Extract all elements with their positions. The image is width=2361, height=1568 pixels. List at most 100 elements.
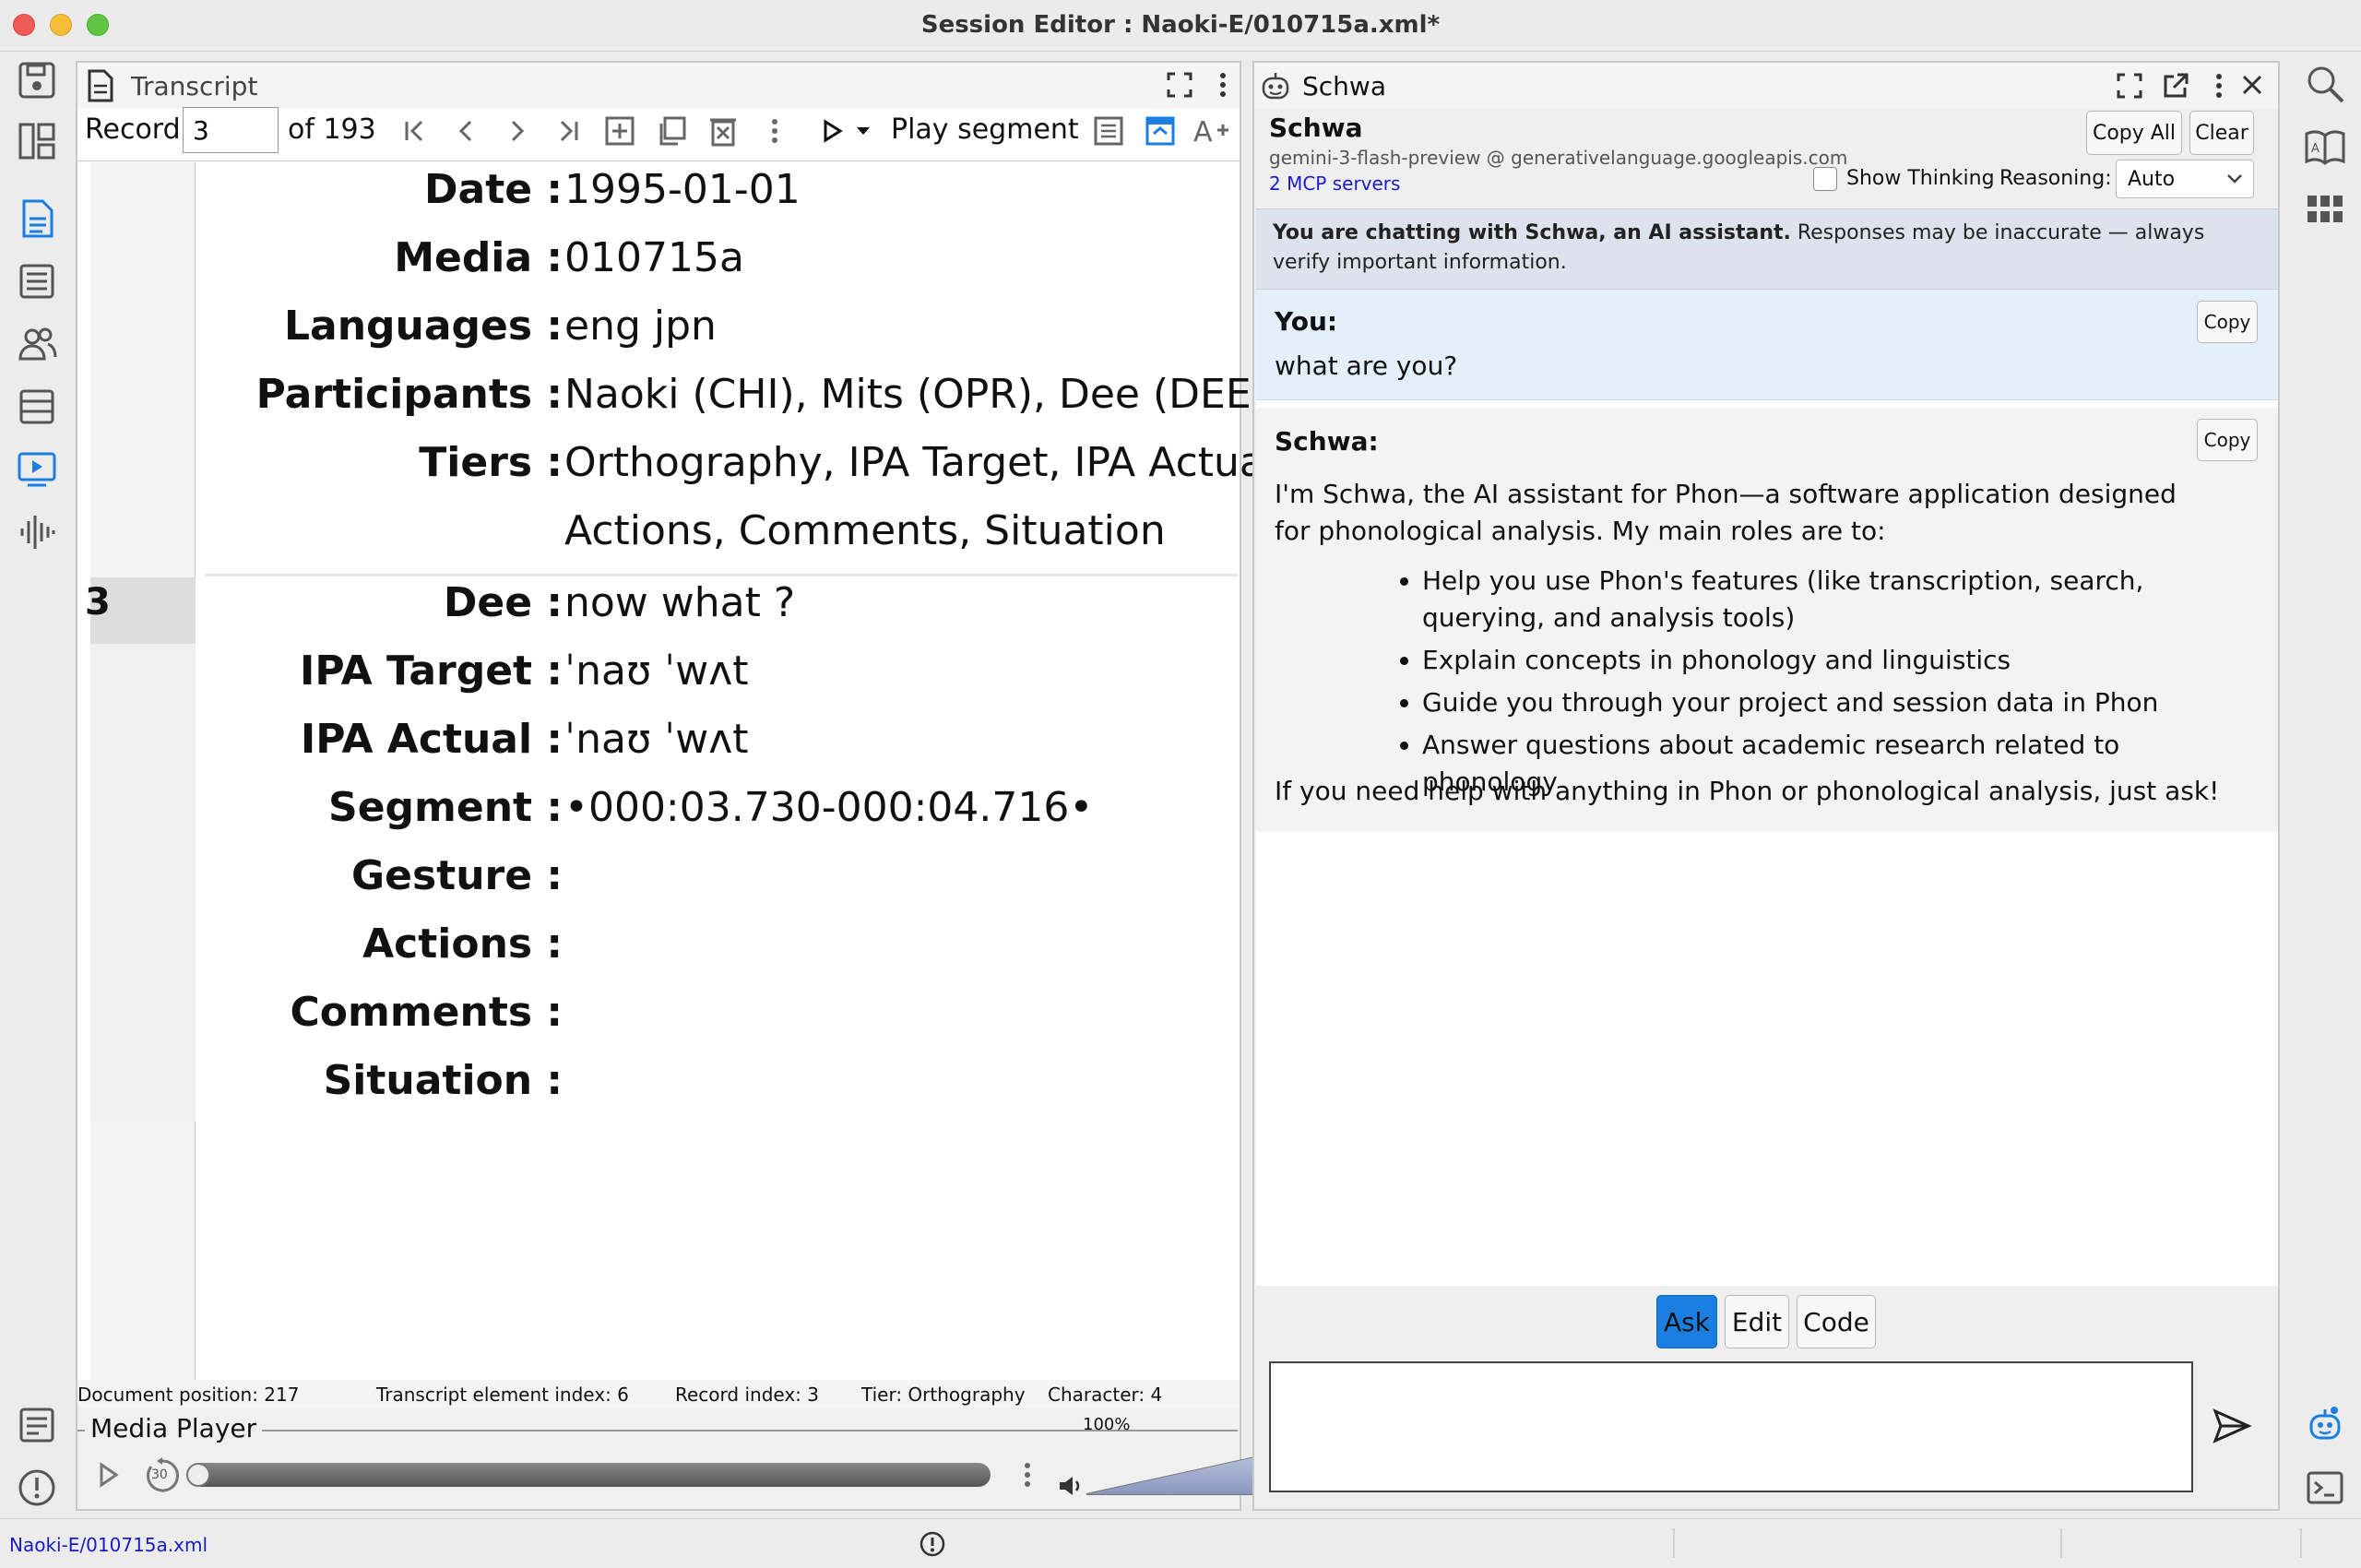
tier-actions-label: Actions : <box>362 921 563 968</box>
save-icon[interactable] <box>14 57 60 103</box>
tier-ipa-actual-label: IPA Actual : <box>300 716 563 763</box>
list-view-icon[interactable] <box>1088 111 1129 151</box>
schwa-panel-title: Schwa <box>1302 70 1386 101</box>
tier-gesture-label: Gesture : <box>351 852 563 899</box>
assistant-bullets: Help you use Phon's features (like trans… <box>1404 563 2234 806</box>
reasoning-value: Auto <box>2128 168 2176 191</box>
waveform-icon[interactable] <box>14 509 60 555</box>
single-record-view-icon[interactable] <box>1140 111 1180 151</box>
schwa-maximize-icon[interactable] <box>2116 72 2143 100</box>
dictionary-icon[interactable]: A <box>2302 124 2348 170</box>
copy-assistant-message-button[interactable]: Copy <box>2197 419 2258 461</box>
schwa-assistant-icon[interactable] <box>2302 1402 2348 1448</box>
reasoning-label: Reasoning: <box>1999 167 2112 190</box>
title-bar: Session Editor : Naoki-E/010715a.xml* <box>0 0 2361 52</box>
close-panel-icon[interactable] <box>2239 72 2265 98</box>
record-number: 3 <box>85 581 111 624</box>
record-index: Record index: 3 <box>675 1384 819 1406</box>
tier-segment-value[interactable]: •000:03.730-000:04.716• <box>564 784 1093 831</box>
more-options-icon[interactable] <box>754 111 795 151</box>
previous-record-icon[interactable] <box>446 111 487 151</box>
schwa-header: Schwa <box>1254 63 2278 109</box>
header-media-value[interactable]: 010715a <box>564 234 744 281</box>
participants-icon[interactable] <box>14 321 60 367</box>
assistant-message: Schwa: Copy I'm Schwa, the AI assistant … <box>1256 408 2278 832</box>
search-icon[interactable] <box>2302 61 2348 107</box>
header-tiers-value[interactable]: Orthography, IPA Target, IPA Actua <box>564 439 1264 486</box>
next-record-icon[interactable] <box>496 111 537 151</box>
duplicate-record-icon[interactable] <box>651 111 692 151</box>
record-label: Record: <box>85 113 190 146</box>
clear-button[interactable]: Clear <box>2189 111 2254 155</box>
edit-mode-button[interactable]: Edit <box>1725 1295 1789 1348</box>
warning-icon[interactable] <box>14 1465 60 1511</box>
mcp-servers-link[interactable]: 2 MCP servers <box>1269 172 1400 195</box>
play-segment-button[interactable]: Play segment <box>891 113 1079 146</box>
assistant-bullet: Guide you through your project and sessi… <box>1422 684 2234 721</box>
play-dropdown-icon[interactable] <box>843 111 884 151</box>
header-languages-value[interactable]: eng jpn <box>564 303 717 350</box>
add-record-icon[interactable] <box>599 111 640 151</box>
schwa-menu-icon[interactable] <box>2213 72 2225 100</box>
last-record-icon[interactable] <box>548 111 588 151</box>
chat-input[interactable] <box>1269 1361 2193 1492</box>
record-list-icon[interactable] <box>14 258 60 304</box>
notice-bold: You are chatting with Schwa, an AI assis… <box>1273 221 1791 244</box>
schwa-bot-icon <box>1260 70 1291 101</box>
popout-icon[interactable] <box>2162 72 2189 100</box>
timeline-thumb[interactable] <box>186 1463 210 1487</box>
show-thinking-label: Show Thinking <box>1846 167 1995 190</box>
assistant-bullet: Explain concepts in phonology and lingui… <box>1422 642 2234 679</box>
tier-ipa-actual-value[interactable]: ˈnaʊ ˈwʌt <box>564 716 748 763</box>
copy-user-message-button[interactable]: Copy <box>2197 301 2258 343</box>
tier-orthography-value[interactable]: now what ? <box>564 579 795 626</box>
window-title: Session Editor : Naoki-E/010715a.xml* <box>920 11 1441 39</box>
character-status: Character: 4 <box>1048 1384 1163 1406</box>
font-size-icon[interactable]: A <box>1192 111 1232 151</box>
show-thinking-checkbox[interactable] <box>1813 167 1837 191</box>
first-record-icon[interactable] <box>395 111 435 151</box>
ipa-chart-icon[interactable] <box>2302 188 2348 234</box>
media-player-icon[interactable] <box>14 446 60 493</box>
right-sidebar: A <box>2291 53 2361 1529</box>
document-icon <box>87 69 114 102</box>
reasoning-select[interactable]: Auto <box>2116 160 2254 198</box>
header-media-label: Media : <box>394 234 563 281</box>
send-icon[interactable] <box>2212 1408 2252 1444</box>
layout-icon[interactable] <box>14 118 60 164</box>
header-participants-value[interactable]: Naoki (CHI), Mits (OPR), Dee (DEE), M <box>564 371 1328 418</box>
media-play-icon[interactable] <box>96 1461 122 1489</box>
copy-all-button[interactable]: Copy All <box>2086 111 2182 155</box>
tier-ipa-target-value[interactable]: ˈnaʊ ˈwʌt <box>564 647 748 695</box>
file-path-link[interactable]: Naoki-E/010715a.xml <box>9 1534 208 1556</box>
notes-icon[interactable] <box>14 1402 60 1448</box>
status-warning-icon[interactable] <box>919 1530 946 1558</box>
schwa-name: Schwa <box>1269 113 1363 143</box>
panel-menu-icon[interactable] <box>1217 71 1228 99</box>
delete-record-icon[interactable] <box>703 111 743 151</box>
tier-situation-label: Situation : <box>323 1057 563 1104</box>
assistant-bullet: Help you use Phon's features (like trans… <box>1422 563 2234 636</box>
user-message: You: what are you? Copy <box>1256 290 2278 400</box>
tier-status: Tier: Orthography <box>861 1384 1026 1406</box>
tiers-icon[interactable] <box>14 384 60 430</box>
transcript-panel-title: Transcript <box>131 70 258 101</box>
header-date-value[interactable]: 1995-01-01 <box>564 166 801 213</box>
replay-icon[interactable]: 30 <box>144 1457 181 1494</box>
volume-icon[interactable] <box>1057 1474 1085 1498</box>
tier-orthography-label: Dee : <box>443 579 563 626</box>
transcript-header: Transcript <box>77 63 1240 109</box>
maximize-icon[interactable] <box>1166 71 1193 99</box>
media-timeline[interactable] <box>188 1463 991 1487</box>
svg-text:A: A <box>2311 142 2319 156</box>
model-info: gemini-3-flash-preview @ generativelangu… <box>1269 147 1848 169</box>
assistant-outro: If you need help with anything in Phon o… <box>1275 776 2220 806</box>
media-menu-icon[interactable] <box>1022 1461 1033 1489</box>
media-player-title: Media Player <box>85 1413 263 1443</box>
console-icon[interactable] <box>2302 1465 2348 1511</box>
code-mode-button[interactable]: Code <box>1797 1295 1876 1348</box>
record-number-input[interactable] <box>183 107 279 153</box>
record-gutter-body <box>90 644 196 1122</box>
transcript-icon[interactable] <box>14 196 60 242</box>
ask-mode-button[interactable]: Ask <box>1656 1295 1717 1348</box>
